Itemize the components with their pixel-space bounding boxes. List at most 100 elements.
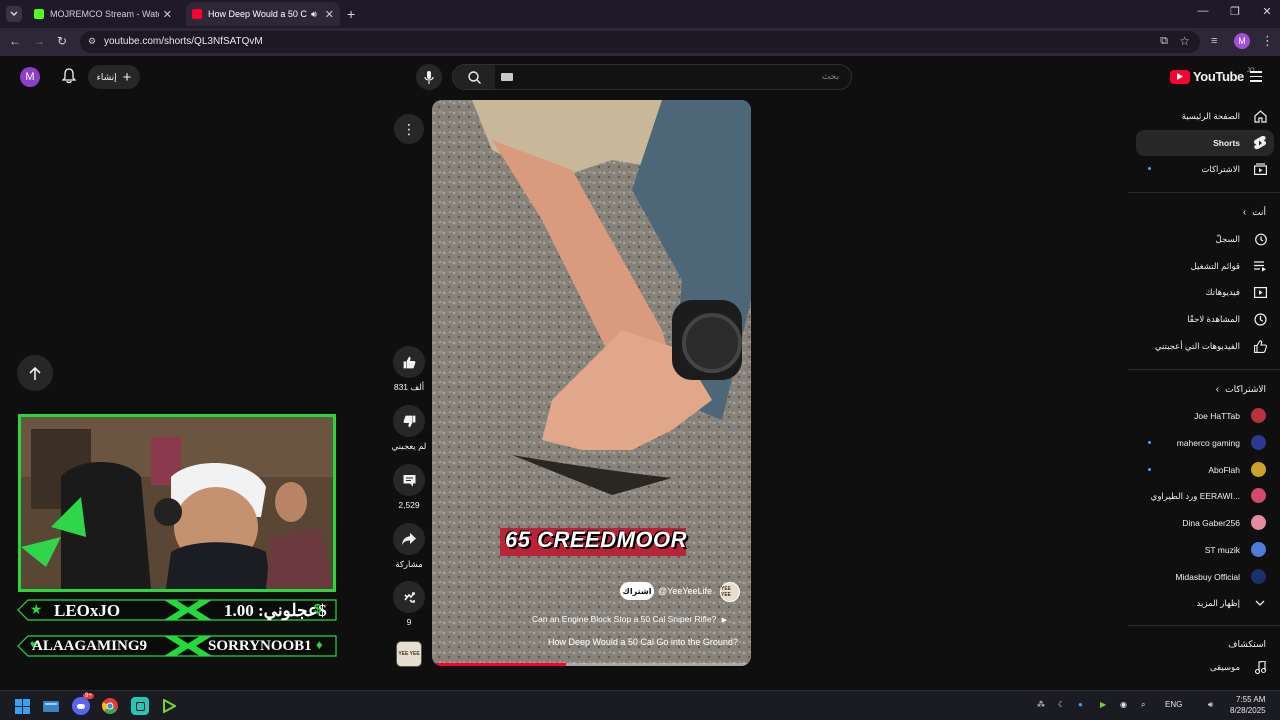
sidebar-item-subscriptions[interactable]: الاشتراكات bbox=[1136, 156, 1274, 182]
site-info-icon[interactable]: ⚙ bbox=[88, 36, 96, 47]
tray-app-icon[interactable]: ☾ bbox=[1058, 700, 1065, 709]
windows-taskbar: 9+ ⁂ ☾ ● ▶ ◉ ⌕ ENG 🔊︎ 7:55 AM 8/28/2025 bbox=[0, 690, 1280, 720]
short-video-player[interactable]: 65 CREEDMOOR اشتراك @YeeYeeLife YEE YEE … bbox=[432, 100, 751, 666]
sidebar-divider bbox=[1128, 625, 1280, 626]
browser-tab-kick[interactable]: MOJREMCO Stream - Watch Li ✕ bbox=[28, 2, 178, 26]
more-options-button[interactable]: ⋮ bbox=[394, 114, 424, 144]
minimize-button[interactable]: — bbox=[1188, 5, 1218, 17]
search-icon bbox=[467, 70, 481, 84]
notifications-bell-icon[interactable] bbox=[61, 68, 77, 89]
tab-close-icon[interactable]: ✕ bbox=[325, 8, 334, 21]
reload-button[interactable]: ↻ bbox=[57, 34, 67, 48]
tray-play-icon[interactable]: ▶ bbox=[1100, 700, 1106, 709]
sidebar-item-watch-later[interactable]: المشاهدة لاحقًا bbox=[1136, 306, 1274, 332]
channel-name[interactable]: @YeeYeeLife bbox=[658, 586, 712, 596]
microphone-icon bbox=[424, 70, 434, 84]
bookmark-star-icon[interactable]: ☆ bbox=[1179, 34, 1190, 48]
dislike-button[interactable] bbox=[393, 405, 425, 437]
browser-menu-icon[interactable]: ⋮ bbox=[1261, 33, 1274, 49]
guide-menu-icon[interactable] bbox=[1250, 71, 1262, 82]
sidebar-subscription-item[interactable]: Joe HaTTab bbox=[1136, 403, 1274, 429]
you-header-label: أنت bbox=[1252, 207, 1266, 217]
install-app-icon[interactable]: ⧉ bbox=[1160, 35, 1168, 48]
back-button[interactable]: ← bbox=[9, 34, 21, 48]
plus-icon: + bbox=[122, 68, 132, 86]
voice-search-button[interactable] bbox=[416, 64, 442, 90]
restore-button[interactable]: ❐ bbox=[1220, 5, 1250, 18]
sidebar-item-your-videos[interactable]: فيديوهاتك bbox=[1136, 279, 1274, 305]
picture-in-picture-stream[interactable]: ★ LEOxJO عجلوني: 1.00$ $ ♥ ALAAGAMING9 S… bbox=[16, 412, 338, 664]
sidebar-item-shorts[interactable]: Shorts bbox=[1136, 130, 1274, 156]
subscribe-button[interactable]: اشتراك bbox=[620, 582, 654, 600]
sidebar-item-home[interactable]: الصفحة الرئيسية bbox=[1136, 103, 1274, 129]
scroll-up-button[interactable] bbox=[17, 355, 53, 391]
progress-fill bbox=[432, 663, 566, 666]
search-box[interactable]: بحث bbox=[452, 64, 852, 90]
sidebar-subscription-item[interactable]: Dina Gaber256 bbox=[1136, 510, 1274, 536]
file-explorer-icon[interactable] bbox=[42, 697, 60, 715]
sound-thumbnail[interactable]: YEE YEE bbox=[396, 641, 422, 667]
comments-button[interactable] bbox=[393, 464, 425, 496]
tray-network-icon[interactable]: ⌕ bbox=[1141, 700, 1145, 710]
clock-time[interactable]: 7:55 AM bbox=[1236, 695, 1265, 704]
discord-icon[interactable]: 9+ bbox=[72, 693, 94, 715]
tray-steam-icon[interactable]: ◉ bbox=[1120, 700, 1127, 709]
tab-close-icon[interactable]: ✕ bbox=[163, 8, 172, 21]
sidebar-item-history[interactable]: السجلّ bbox=[1136, 226, 1274, 252]
channel-avatar bbox=[1251, 434, 1266, 450]
tray-globe-icon[interactable]: ● bbox=[1078, 700, 1083, 709]
app-icon[interactable] bbox=[131, 697, 149, 715]
nvidia-icon[interactable] bbox=[160, 697, 178, 715]
clock-date[interactable]: 8/28/2025 bbox=[1230, 706, 1266, 715]
sidebar-item-label: فيديوهاتك bbox=[1205, 287, 1240, 297]
stream-webcam-image bbox=[21, 417, 333, 589]
new-tab-button[interactable]: + bbox=[347, 6, 355, 22]
forward-button[interactable]: → bbox=[33, 34, 45, 48]
donor-name: LEOxJO bbox=[54, 601, 121, 620]
sidebar-subscription-item[interactable]: AboFlah bbox=[1136, 457, 1274, 483]
progress-bar[interactable] bbox=[432, 663, 751, 666]
channel-avatar[interactable]: YEE YEE bbox=[720, 582, 740, 602]
windows-start-icon[interactable] bbox=[13, 697, 31, 715]
tray-overflow-icon[interactable]: ⁂ bbox=[1037, 700, 1045, 709]
like-button[interactable] bbox=[393, 346, 425, 378]
browser-tab-youtube[interactable]: How Deep Would a 50 Cal 🔊︎ ✕ bbox=[186, 2, 340, 26]
sidebar-item-playlists[interactable]: قوائم التشغيل bbox=[1136, 253, 1274, 279]
sidebar-subscription-item[interactable]: ST muzik bbox=[1136, 537, 1274, 563]
sidebar-item-label: موسيقى bbox=[1209, 662, 1240, 672]
share-button[interactable] bbox=[393, 523, 425, 555]
sidebar-subscription-item[interactable]: Midasbuy Official bbox=[1136, 564, 1274, 590]
sidebar-item-label: الفيديوهات التي أعجبتني bbox=[1154, 341, 1240, 351]
volume-icon[interactable]: 🔊︎ bbox=[1208, 700, 1213, 710]
sidebar-item-liked-videos[interactable]: الفيديوهات التي أعجبتني bbox=[1136, 333, 1274, 359]
reading-list-icon[interactable]: ≡ bbox=[1211, 35, 1217, 47]
tab-search-button[interactable] bbox=[6, 6, 22, 22]
sidebar-item-music[interactable]: موسيقى bbox=[1136, 654, 1274, 680]
sidebar-subscription-item[interactable]: maherco gaming bbox=[1136, 430, 1274, 456]
address-bar[interactable]: ⚙ youtube.com/shorts/QL3NfSATQvM ⧉ ☆ bbox=[80, 31, 1200, 53]
language-indicator[interactable]: ENG bbox=[1165, 700, 1182, 709]
you-section-header[interactable]: ‹ أنت bbox=[1243, 207, 1266, 218]
youtube-logo[interactable]: YouTube JO bbox=[1170, 68, 1255, 84]
stream-video bbox=[18, 414, 336, 592]
search-button[interactable] bbox=[453, 65, 495, 89]
subscription-channel-name: Dina Gaber256 bbox=[1182, 518, 1240, 529]
subscriptions-section-header[interactable]: ‹ الاشتراكات bbox=[1216, 384, 1266, 395]
related-video-link[interactable]: Can an Engine Block Stop a 50 Cal Sniper… bbox=[532, 614, 727, 624]
remix-button[interactable] bbox=[393, 581, 425, 613]
sidebar-subscription-item[interactable]: ورد الطيراوي EERAWI... bbox=[1136, 483, 1274, 509]
profile-avatar[interactable]: M bbox=[1234, 33, 1250, 49]
speaker-icon[interactable]: 🔊︎ bbox=[311, 9, 317, 20]
chrome-icon[interactable] bbox=[101, 697, 119, 715]
account-avatar[interactable]: M bbox=[20, 67, 40, 87]
keyboard-icon[interactable] bbox=[501, 73, 513, 81]
chevron-down-icon bbox=[1252, 595, 1268, 611]
create-button[interactable]: إنشاء + bbox=[88, 65, 140, 89]
dislike-label: لم يعجبني bbox=[391, 441, 427, 451]
close-window-button[interactable]: ✕ bbox=[1252, 5, 1280, 18]
search-input[interactable]: بحث bbox=[822, 71, 839, 82]
youtube-favicon-icon bbox=[192, 9, 202, 19]
youtube-play-icon bbox=[1170, 69, 1190, 84]
channel-avatar bbox=[1251, 542, 1266, 557]
show-more-button[interactable]: إظهار المزيد bbox=[1136, 590, 1274, 616]
